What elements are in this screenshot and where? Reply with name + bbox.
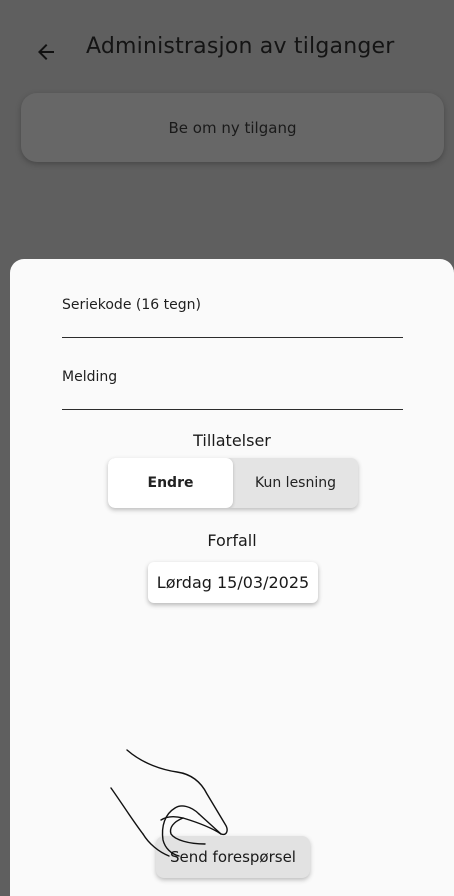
page-title: Administrasjon av tilganger [86,34,395,59]
permission-option-read-only[interactable]: Kun lesning [233,458,358,508]
message-field[interactable]: Melding [62,359,403,410]
back-button[interactable] [26,32,66,72]
due-date-button[interactable]: Lørdag 15/03/2025 [148,562,318,603]
permissions-title: Tillatelser [193,431,271,450]
permission-option-edit[interactable]: Endre [108,458,233,508]
app-bar: Administrasjon av tilganger [0,0,454,92]
serial-code-label: Seriekode (16 tegn) [62,297,201,313]
screen: Administrasjon av tilganger Be om ny til… [0,0,454,896]
request-sheet: Seriekode (16 tegn) Melding Tillatelser … [10,259,454,896]
request-access-label: Be om ny tilgang [168,118,297,137]
arrow-left-icon [38,44,54,60]
send-request-button[interactable]: Send forespørsel [156,836,310,878]
permissions-toggle: Endre Kun lesning [108,458,358,508]
request-access-button[interactable]: Be om ny tilgang [21,93,444,162]
message-label: Melding [62,369,118,385]
due-title: Forfall [207,531,257,550]
serial-code-field[interactable]: Seriekode (16 tegn) [62,289,403,338]
